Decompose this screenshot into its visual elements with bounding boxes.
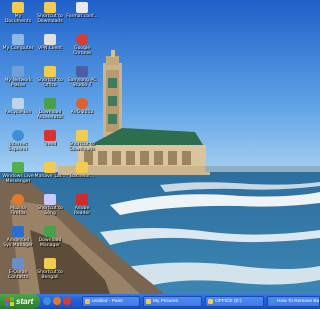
windows-logo-icon	[5, 297, 14, 306]
desktop-shortcut-label: Download Accelerator	[36, 110, 64, 120]
adobe-reader-icon	[76, 194, 88, 205]
computer-icon	[12, 34, 24, 45]
desktop-shortcut[interactable]: Shortcut to Song	[34, 194, 66, 225]
desktop-shortcut-label: Format conf...	[66, 14, 98, 19]
desktop-shortcut-label: Windows Live Messenger	[2, 174, 34, 184]
desktop-shortcut[interactable]: Google Chrome	[66, 34, 98, 65]
desktop-shortcut[interactable]: My Network Places	[2, 66, 34, 97]
folder-icon	[44, 258, 56, 269]
trend-icon	[44, 130, 56, 141]
desktop-shortcut[interactable]: VPN Client	[34, 34, 66, 65]
desktop-shortcut-label: Internet Explorer	[8, 142, 28, 152]
taskbar-window-label: untitled - Paint	[92, 299, 123, 304]
desktop-shortcut-label: Advanced Sys Manager	[3, 238, 33, 248]
desktop-shortcut[interactable]: Download Accelerator	[34, 98, 66, 129]
chrome-icon[interactable]	[63, 297, 71, 305]
book-icon	[12, 258, 24, 269]
system-tool-icon	[12, 226, 24, 237]
start-button[interactable]: start	[0, 294, 40, 309]
desktop-shortcut[interactable]: Shortcut to Bengali	[34, 258, 66, 289]
messenger-icon	[12, 162, 24, 173]
desktop-shortcut-label: VPN Client	[37, 46, 63, 51]
internet-explorer-icon[interactable]	[43, 297, 51, 305]
folder-icon	[208, 299, 213, 304]
desktop-shortcut[interactable]: Bachelor...	[66, 162, 98, 193]
desktop-shortcut-label: E-Quran Contacts	[7, 270, 29, 280]
desktop-shortcut[interactable]: Format conf...	[66, 2, 98, 33]
firefox-icon[interactable]	[53, 297, 61, 305]
start-label: start	[16, 297, 34, 306]
desktop-shortcut[interactable]: Samsung PC Studio 7	[66, 66, 98, 97]
distant-shore	[205, 166, 320, 172]
desktop-shortcut[interactable]: E-Quran Contacts	[2, 258, 34, 289]
desktop-shortcut[interactable]: Internet Explorer	[2, 130, 34, 161]
desktop-shortcut[interactable]: Adobe Reader	[66, 194, 98, 225]
taskbar-window-label: How To Remove Bai...	[277, 299, 320, 304]
phone-icon	[76, 66, 88, 77]
desktop-shortcut-label: Shortcut to Downloads	[37, 14, 63, 24]
taskbar: start untitled - Paint My Pictures OFFICE …	[0, 294, 320, 309]
desktop-shortcut[interactable]: Mozilla Firefox	[2, 194, 34, 225]
avg-icon	[76, 98, 88, 109]
desktop-shortcut[interactable]: Shortcut to Downloads	[66, 130, 98, 161]
folder-icon	[76, 130, 88, 141]
internet-explorer-icon	[270, 299, 275, 304]
desktop-shortcut-label: Adobe Reader	[73, 206, 91, 216]
desktop-shortcut-label: My Network Places	[4, 78, 32, 88]
download-icon	[44, 98, 56, 109]
music-icon	[44, 194, 56, 205]
folder-icon	[44, 2, 56, 13]
desktop-shortcut-label: Trend	[43, 142, 57, 147]
desktop-shortcut-label: Shortcut to Downloads	[69, 142, 95, 152]
firefox-icon	[12, 194, 24, 205]
internet-explorer-icon	[12, 130, 24, 141]
desktop-shortcut[interactable]: Advanced Sys Manager	[2, 226, 34, 257]
taskbar-window-button[interactable]: How To Remove Bai...	[267, 296, 320, 307]
recycle-bin-icon	[12, 98, 24, 109]
folder-icon	[76, 162, 88, 173]
desktop-shortcut[interactable]: Trend	[34, 130, 66, 161]
taskbar-window-button[interactable]: My Pictures	[143, 296, 202, 307]
paint-icon	[85, 299, 90, 304]
document-icon	[76, 2, 88, 13]
taskbar-window-label: My Pictures	[153, 299, 179, 304]
desktop-shortcut-label: AVG 2012	[70, 110, 94, 115]
folder-icon	[146, 299, 151, 304]
desktop-shortcut[interactable]: Shortcut to Downloads	[34, 2, 66, 33]
desktop-shortcut-label: My Documents	[4, 14, 32, 24]
network-icon	[12, 66, 24, 77]
desktop-shortcut-label: Recycle Bin	[4, 110, 32, 115]
download-icon	[44, 226, 56, 237]
desktop-shortcut[interactable]: Mahavir Lal...	[34, 162, 66, 193]
desktop-shortcut[interactable]: Shortcut to Office	[34, 66, 66, 97]
desktop-shortcut[interactable]: My Documents	[2, 2, 34, 33]
folder-icon	[44, 66, 56, 77]
chrome-icon	[76, 34, 88, 45]
desktop-shortcut[interactable]: AVG 2012	[66, 98, 98, 129]
folder-icon	[44, 162, 56, 173]
folder-icon	[12, 2, 24, 13]
desktop-shortcut-label: Shortcut to Office	[37, 78, 63, 88]
desktop-shortcut-label: Download Manager	[38, 238, 62, 248]
desktop-shortcut[interactable]: Download Manager	[34, 226, 66, 257]
desktop-shortcut-label: Mozilla Firefox	[10, 206, 26, 216]
vpn-icon	[44, 34, 56, 45]
desktop-shortcut-label: Bachelor...	[69, 174, 95, 179]
desktop-shortcut-label: Google Chrome	[72, 46, 92, 56]
desktop-shortcut[interactable]: Recycle Bin	[2, 98, 34, 129]
taskbar-window-button[interactable]: OFFICE (E:)	[205, 296, 264, 307]
desktop-shortcut-label: Shortcut to Song	[37, 206, 63, 216]
desktop-shortcut[interactable]: Windows Live Messenger	[2, 162, 34, 193]
desktop-shortcut[interactable]: My Computer	[2, 34, 34, 65]
desktop-shortcut-label: Samsung PC Studio 7	[67, 78, 97, 88]
desktop-shortcut-label: Shortcut to Bengali	[37, 270, 63, 280]
desktop-shortcut-label: My Computer	[2, 46, 34, 51]
taskbar-window-label: OFFICE (E:)	[215, 299, 242, 304]
desktop-shortcut-label: Mahavir Lal...	[34, 174, 66, 179]
taskbar-window-button[interactable]: untitled - Paint	[82, 296, 140, 307]
minaret	[103, 50, 122, 141]
